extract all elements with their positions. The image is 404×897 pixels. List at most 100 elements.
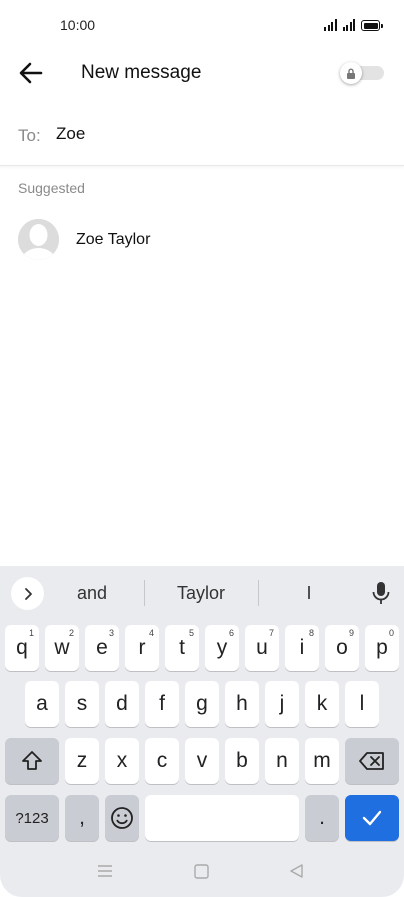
- space-key[interactable]: [145, 795, 299, 841]
- key-label: h: [236, 692, 248, 715]
- letter-key[interactable]: c: [145, 738, 179, 784]
- key-label: d: [116, 692, 128, 715]
- app-header: New message: [0, 50, 404, 96]
- signal-icon: [342, 19, 355, 31]
- back-nav-button[interactable]: [289, 863, 304, 884]
- letter-key[interactable]: a: [25, 681, 59, 727]
- letter-key[interactable]: y6: [205, 625, 239, 671]
- letter-key[interactable]: i8: [285, 625, 319, 671]
- word-suggestion[interactable]: and: [58, 583, 126, 604]
- key-label: v: [196, 749, 208, 772]
- checkmark-icon: [362, 810, 382, 826]
- key-label: x: [116, 749, 128, 772]
- letter-key[interactable]: k: [305, 681, 339, 727]
- comma-key[interactable]: ,: [65, 795, 99, 841]
- emoji-key[interactable]: [105, 795, 139, 841]
- keyboard: and Taylor I ?123 , . q 1 w 2 e 3 r 4 t …: [0, 566, 404, 897]
- key-number-hint: 4: [148, 628, 154, 638]
- key-label: p: [376, 636, 388, 659]
- key-number-hint: 6: [228, 628, 234, 638]
- status-icons: [324, 17, 383, 31]
- letter-key[interactable]: j: [265, 681, 299, 727]
- key-number-hint: 9: [348, 628, 354, 638]
- square-icon: [194, 864, 209, 879]
- key-label: y: [216, 636, 228, 659]
- letter-key[interactable]: z: [65, 738, 99, 784]
- key-label: s: [76, 692, 88, 715]
- key-number-hint: 5: [188, 628, 194, 638]
- menu-nav-button[interactable]: [97, 864, 113, 883]
- letter-key[interactable]: g: [185, 681, 219, 727]
- done-key[interactable]: [345, 795, 399, 841]
- key-label: u: [256, 636, 268, 659]
- word-suggestion[interactable]: I: [284, 583, 334, 604]
- suggestion-strip: and Taylor I: [0, 566, 404, 619]
- key-label: g: [196, 692, 208, 715]
- letter-key[interactable]: s: [65, 681, 99, 727]
- encryption-toggle[interactable]: [340, 62, 384, 84]
- key-label: m: [313, 749, 331, 772]
- key-label: j: [279, 692, 285, 715]
- letter-key[interactable]: o9: [325, 625, 359, 671]
- contact-name: Zoe Taylor: [76, 231, 151, 248]
- shift-key[interactable]: [5, 738, 59, 784]
- key-label: c: [156, 749, 168, 772]
- page-title: New message: [81, 62, 202, 83]
- home-nav-button[interactable]: [194, 864, 209, 884]
- letter-key[interactable]: w2: [45, 625, 79, 671]
- key-label: r: [138, 636, 146, 659]
- letter-key[interactable]: e3: [85, 625, 119, 671]
- key-label: k: [316, 692, 328, 715]
- microphone-icon: [372, 582, 390, 604]
- battery-icon: [361, 20, 383, 31]
- letter-key[interactable]: b: [225, 738, 259, 784]
- suggested-heading: Suggested: [18, 180, 85, 196]
- word-suggestion[interactable]: Taylor: [158, 583, 244, 604]
- letter-key[interactable]: d: [105, 681, 139, 727]
- letter-key[interactable]: p0: [365, 625, 399, 671]
- letter-key[interactable]: m: [305, 738, 339, 784]
- key-number-hint: 0: [388, 628, 394, 638]
- key-label: a: [36, 692, 48, 715]
- key-label: w: [54, 636, 70, 659]
- letter-key[interactable]: n: [265, 738, 299, 784]
- letter-key[interactable]: r4: [125, 625, 159, 671]
- key-label: f: [159, 692, 165, 715]
- letter-key[interactable]: f: [145, 681, 179, 727]
- key-number-hint: 2: [68, 628, 74, 638]
- key-label: e: [96, 636, 108, 659]
- letter-key[interactable]: q1: [5, 625, 39, 671]
- lock-icon: [347, 68, 355, 79]
- letter-key[interactable]: l: [345, 681, 379, 727]
- shift-icon: [22, 751, 42, 770]
- key-number-hint: 3: [108, 628, 114, 638]
- contact-suggestion[interactable]: Zoe Taylor: [0, 210, 404, 270]
- navigation-bar: [0, 848, 404, 897]
- letter-key[interactable]: x: [105, 738, 139, 784]
- key-label: l: [359, 692, 365, 715]
- microphone-button[interactable]: [370, 580, 392, 606]
- letter-key[interactable]: u7: [245, 625, 279, 671]
- signal-icon: [324, 19, 337, 31]
- emoji-icon: [111, 807, 133, 829]
- recipient-input[interactable]: [56, 124, 376, 144]
- expand-toolbar-button[interactable]: [11, 577, 44, 610]
- letter-key[interactable]: h: [225, 681, 259, 727]
- backspace-icon: [359, 752, 384, 770]
- backspace-key[interactable]: [345, 738, 399, 784]
- symbols-key[interactable]: ?123: [5, 795, 59, 841]
- key-label: q: [16, 636, 28, 659]
- key-label: i: [299, 636, 305, 659]
- period-key[interactable]: .: [305, 795, 339, 841]
- avatar: [18, 219, 59, 260]
- key-label: b: [236, 749, 248, 772]
- key-label: o: [336, 636, 348, 659]
- chevron-right-icon: [24, 587, 32, 600]
- key-number-hint: 1: [28, 628, 34, 638]
- key-label: z: [76, 749, 88, 772]
- letter-key[interactable]: v: [185, 738, 219, 784]
- letter-key[interactable]: t5: [165, 625, 199, 671]
- key-number-hint: 7: [268, 628, 274, 638]
- back-button[interactable]: [16, 58, 46, 88]
- key-label: n: [276, 749, 288, 772]
